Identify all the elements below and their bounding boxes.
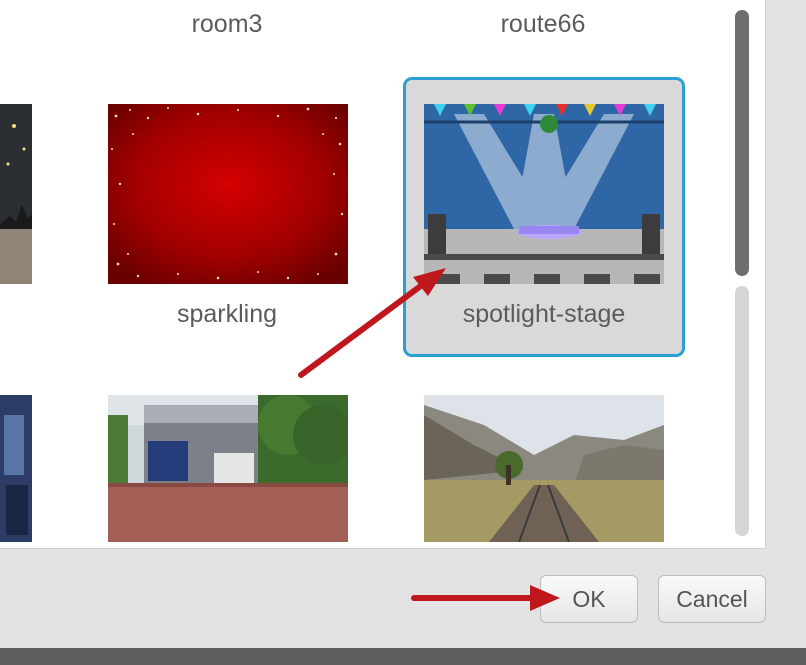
item-label-room3: room3	[191, 10, 263, 38]
bottom-strip	[0, 648, 806, 665]
item-label-route66: route66	[500, 10, 586, 38]
cancel-button[interactable]: Cancel	[658, 575, 766, 623]
backdrop-thumbnail-building[interactable]	[108, 395, 348, 542]
ok-button[interactable]: OK	[540, 575, 638, 623]
backdrop-library-grid: room3 route66 sparkling spotlight-stage	[0, 0, 766, 549]
backdrop-thumbnail-spotlight-stage[interactable]	[424, 104, 664, 284]
backdrop-thumbnail-partial-left-2[interactable]	[0, 395, 32, 542]
item-label-spotlight-stage: spotlight-stage	[462, 300, 626, 328]
backdrop-thumbnail-partial-left-1[interactable]	[0, 104, 32, 284]
scrollbar-thumb[interactable]	[735, 10, 749, 276]
item-label-sparkling: sparkling	[176, 300, 278, 328]
scrollbar-track[interactable]	[735, 286, 749, 536]
backdrop-thumbnail-sparkling[interactable]	[108, 104, 348, 284]
backdrop-thumbnail-railroad[interactable]	[424, 395, 664, 542]
